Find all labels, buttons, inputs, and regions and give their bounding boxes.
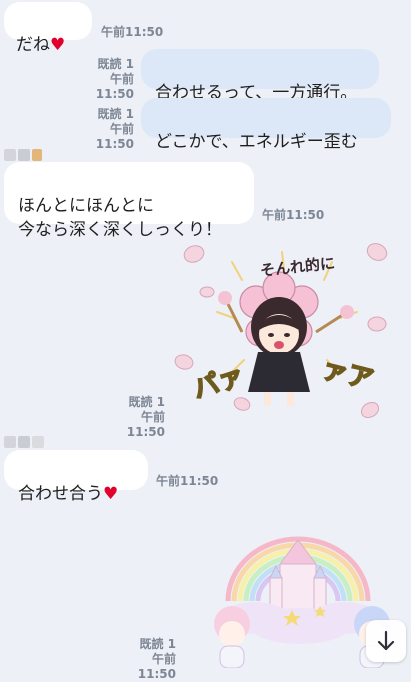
heart-icon: ♥ [50,35,66,55]
sender-name [4,146,44,161]
message-meta: 既読 1 午前11:50 [103,395,165,440]
message-text: どこかで、エネルギー歪む [155,132,358,152]
message-bubble-outgoing[interactable]: 合わせるって、一方通行。 [141,49,379,103]
read-receipt: 既読 1 [128,395,165,409]
message-bubble-incoming[interactable]: ほんとにほんとに 今なら深く深くしっくり！ [4,162,254,240]
arrow-down-icon [377,630,395,651]
message-text: 合わせ合う [18,484,103,504]
message-time: 午前11:50 [101,25,164,39]
message-meta: 既読 1 午前11:50 [114,637,176,682]
read-receipt: 既読 1 [97,107,134,121]
message-time: 午前11:50 [262,208,325,222]
read-receipt: 既読 1 [139,637,176,651]
message-meta: 既読 1 午前11:50 [72,57,134,102]
message-time: 午前11:50 [156,474,219,488]
message-time: 午前11:50 [137,652,176,681]
message-meta: 既読 1 午前11:50 [72,107,134,152]
message-text: だね [16,35,50,55]
sender-name [4,433,46,448]
message-bubble-incoming[interactable]: 合わせ合う♥ [4,450,148,504]
message-bubble-outgoing[interactable]: どこかで、エネルギー歪む [141,98,391,152]
scroll-to-bottom-button[interactable] [366,620,406,662]
read-receipt: 既読 1 [97,57,134,71]
sticker-message[interactable]: そんれ的に パァ ァア [172,232,402,422]
message-time: 午前11:50 [95,72,134,101]
message-time: 午前11:50 [126,410,165,439]
message-bubble-incoming[interactable]: だね♥ [4,2,92,55]
heart-icon: ♥ [103,484,119,504]
message-time: 午前11:50 [95,122,134,151]
